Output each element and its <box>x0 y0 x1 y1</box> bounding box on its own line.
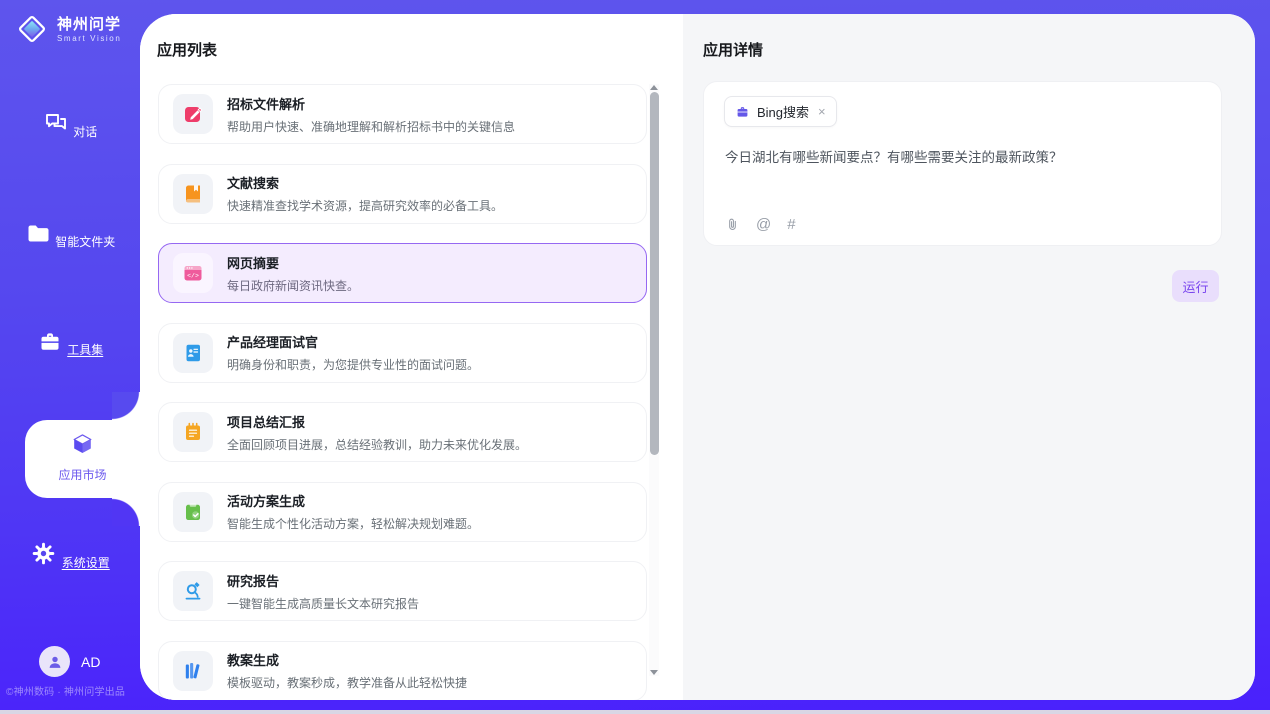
app-desc: 每日政府新闻资讯快查。 <box>227 277 359 294</box>
active-tab-curve-top <box>112 392 140 420</box>
app-card-project-summary[interactable]: 项目总结汇报 全面回顾项目进展，总结经验教训，助力未来优化发展。 <box>158 402 647 462</box>
run-button[interactable]: 运行 <box>1172 270 1219 302</box>
app-title: 教案生成 <box>227 650 467 669</box>
sidebar-item-label: 系统设置 <box>62 554 110 571</box>
brand-logo: 神州问学 Smart Vision <box>14 11 121 47</box>
hash-tag-icon[interactable]: # <box>787 216 795 233</box>
app-card-lesson-plan[interactable]: 教案生成 模板驱动，教案秒成，教学准备从此轻松快捷 <box>158 641 647 701</box>
app-details-panel: 应用详情 Bing搜索 × 今日湖北有哪些新闻要点？有哪些需要关注的最新政策？ … <box>683 14 1255 700</box>
avatar <box>39 646 70 677</box>
app-card-pm-interviewer[interactable]: 产品经理面试官 明确身份和职责，为您提供专业性的面试问题。 <box>158 323 647 383</box>
copyright-text: ©神州数码 · 神州问学出品 <box>6 683 140 698</box>
app-title: 项目总结汇报 <box>227 412 527 431</box>
cube-icon <box>69 431 96 458</box>
at-mention-icon[interactable]: @ <box>756 216 771 233</box>
sidebar-item-label: 智能文件夹 <box>55 233 115 250</box>
svg-text:</>: </> <box>187 272 199 279</box>
app-desc: 模板驱动，教案秒成，教学准备从此轻松快捷 <box>227 674 467 691</box>
app-card-research-report[interactable]: 研究报告 一键智能生成高质量长文本研究报告 <box>158 561 647 621</box>
app-title: 文献搜索 <box>227 173 503 192</box>
app-card-web-summary-selected[interactable]: </> 网页摘要 每日政府新闻资讯快查。 <box>158 243 647 303</box>
app-card-bid-document-parse[interactable]: 招标文件解析 帮助用户快速、准确地理解和解析招标书中的关键信息 <box>158 84 647 144</box>
active-tab-curve-bottom <box>112 498 140 526</box>
diamond-logo-icon <box>14 11 50 47</box>
sidebar-item-label: 对话 <box>73 123 97 140</box>
composer-toolbar: @ # <box>725 216 796 233</box>
pen-square-icon <box>181 102 205 126</box>
clipboard-check-icon <box>181 500 205 524</box>
brand-title: 神州问学 <box>57 16 121 34</box>
app-list-title: 应用列表 <box>157 39 217 60</box>
user-chip[interactable]: AD <box>39 646 100 677</box>
brand-subtitle: Smart Vision <box>57 34 121 43</box>
scrollbar-thumb[interactable] <box>650 92 659 455</box>
sidebar-item-smart-folder[interactable]: 智能文件夹 <box>0 220 140 251</box>
sidebar-item-toolset[interactable]: 工具集 <box>0 328 140 359</box>
tag-close-icon[interactable]: × <box>818 105 826 118</box>
sidebar: 神州问学 Smart Vision 对话 智能文件夹 工具集 <box>0 0 140 714</box>
tool-tag-label: Bing搜索 <box>757 102 809 121</box>
main-window: 应用列表 招标文件解析 帮助用户快速、准确地理解和解析招标书中的关键信息 <box>140 14 1255 700</box>
app-list-panel: 应用列表 招标文件解析 帮助用户快速、准确地理解和解析招标书中的关键信息 <box>140 14 683 700</box>
app-desc: 帮助用户快速、准确地理解和解析招标书中的关键信息 <box>227 118 515 135</box>
scroll-down-arrow-icon[interactable] <box>650 670 658 675</box>
sidebar-item-chat[interactable]: 对话 <box>0 110 140 141</box>
resume-icon <box>181 341 205 365</box>
scroll-up-arrow-icon[interactable] <box>650 85 658 90</box>
app-desc: 一键智能生成高质量长文本研究报告 <box>227 595 419 612</box>
app-list: 招标文件解析 帮助用户快速、准确地理解和解析招标书中的关键信息 文献搜索 <box>158 84 647 700</box>
gear-icon <box>30 540 57 567</box>
app-details-title: 应用详情 <box>703 39 763 60</box>
sidebar-item-label: 工具集 <box>67 341 103 358</box>
app-desc: 快速精准查找学术资源，提高研究效率的必备工具。 <box>227 197 503 214</box>
app-title: 网页摘要 <box>227 253 359 272</box>
notepad-icon <box>181 420 205 444</box>
app-card-event-plan[interactable]: 活动方案生成 智能生成个性化活动方案，轻松解决规划难题。 <box>158 482 647 542</box>
browser-code-icon: </> <box>181 261 205 285</box>
sidebar-item-label: 应用市场 <box>25 466 140 483</box>
app-desc: 明确身份和职责，为您提供专业性的面试问题。 <box>227 356 479 373</box>
sidebar-item-settings[interactable]: 系统设置 <box>0 540 140 572</box>
bottom-edge-strip <box>0 710 1270 714</box>
toolbox-icon <box>37 328 63 354</box>
app-desc: 全面回顾项目进展，总结经验教训，助力未来优化发展。 <box>227 436 527 453</box>
person-icon <box>46 653 64 671</box>
app-card-literature-search[interactable]: 文献搜索 快速精准查找学术资源，提高研究效率的必备工具。 <box>158 164 647 224</box>
app-root: 神州问学 Smart Vision 对话 智能文件夹 工具集 <box>0 0 1270 714</box>
app-title: 招标文件解析 <box>227 94 515 113</box>
app-desc: 智能生成个性化活动方案，轻松解决规划难题。 <box>227 515 479 532</box>
app-title: 产品经理面试官 <box>227 332 479 351</box>
question-text[interactable]: 今日湖北有哪些新闻要点？有哪些需要关注的最新政策？ <box>725 148 1203 167</box>
user-name: AD <box>81 654 100 670</box>
book-icon <box>181 182 205 206</box>
books-icon <box>181 659 205 683</box>
briefcase-icon <box>735 104 750 119</box>
folder-icon <box>25 220 51 246</box>
sidebar-item-app-market-active[interactable]: 应用市场 <box>25 420 140 498</box>
paperclip-icon[interactable] <box>725 216 740 233</box>
microscope-icon <box>181 579 205 603</box>
app-list-scrollbar[interactable] <box>649 84 659 676</box>
chat-icon <box>43 110 69 136</box>
tool-tag-bing-search[interactable]: Bing搜索 × <box>724 96 837 127</box>
app-title: 研究报告 <box>227 571 419 590</box>
app-title: 活动方案生成 <box>227 491 479 510</box>
prompt-card: Bing搜索 × 今日湖北有哪些新闻要点？有哪些需要关注的最新政策？ @ # <box>703 81 1222 246</box>
